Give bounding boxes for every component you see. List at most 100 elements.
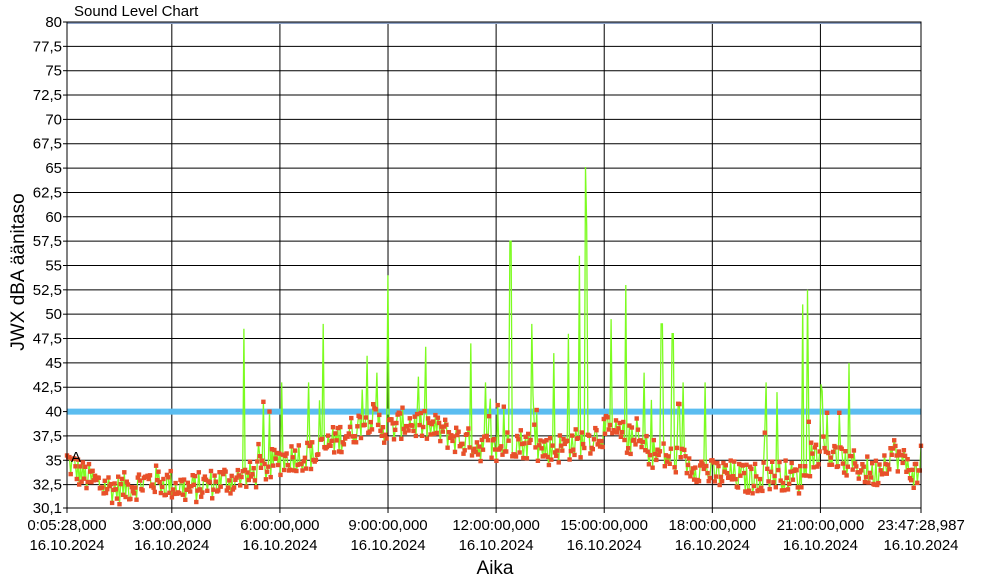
data-point-marker — [444, 422, 449, 427]
y-tick-label: 80 — [45, 14, 62, 31]
data-point-marker — [443, 417, 448, 422]
data-point-marker — [454, 425, 459, 430]
data-point-marker — [474, 440, 480, 445]
data-point-marker — [424, 436, 430, 441]
y-tick-label: 50 — [45, 306, 62, 323]
data-point-marker — [884, 471, 889, 476]
data-point-marker — [188, 489, 193, 494]
data-point-marker — [152, 489, 157, 495]
data-point-marker — [789, 460, 794, 466]
data-point-marker — [252, 478, 258, 483]
data-point-marker — [517, 450, 522, 455]
data-point-marker — [489, 455, 494, 460]
data-point-marker — [516, 437, 521, 442]
data-point-marker — [465, 432, 470, 437]
data-point-marker — [619, 430, 625, 435]
data-point-marker — [798, 463, 803, 469]
y-tick-label: 67,5 — [33, 136, 62, 153]
data-point-marker — [762, 430, 767, 435]
data-point-marker — [616, 426, 621, 431]
data-point-marker — [761, 460, 766, 465]
data-point-marker — [358, 435, 364, 441]
x-tick-date: 16.10.2024 — [350, 537, 425, 554]
data-point-marker — [384, 436, 389, 441]
data-point-marker — [207, 480, 212, 485]
data-point-marker — [816, 462, 821, 467]
data-point-marker — [170, 487, 176, 492]
data-point-marker — [245, 470, 250, 475]
data-point-marker — [278, 472, 283, 478]
data-point-marker — [678, 455, 683, 460]
data-point-marker — [377, 412, 382, 418]
data-point-marker — [783, 458, 788, 463]
data-point-marker — [341, 442, 347, 447]
data-point-marker — [776, 467, 781, 473]
data-point-marker — [892, 438, 897, 443]
data-point-marker — [626, 446, 631, 451]
data-point-marker — [693, 465, 698, 470]
data-point-marker — [634, 416, 639, 421]
data-point-marker — [355, 424, 360, 429]
data-point-marker — [411, 428, 416, 434]
data-point-marker — [436, 420, 442, 426]
data-point-marker — [250, 472, 255, 477]
data-point-marker — [475, 452, 481, 457]
data-point-marker — [547, 436, 553, 441]
data-point-marker — [526, 431, 531, 437]
data-point-marker — [576, 435, 581, 441]
data-point-marker — [505, 430, 510, 435]
data-point-marker — [362, 422, 367, 427]
y-tick-label: 75 — [45, 63, 62, 80]
data-point-marker — [106, 475, 111, 480]
x-tick-time: 23:47:28,987 — [877, 517, 965, 534]
data-point-marker — [235, 467, 240, 473]
data-point-marker — [275, 462, 281, 468]
data-point-marker — [253, 485, 259, 490]
data-point-marker — [644, 433, 649, 439]
data-point-marker — [456, 429, 461, 434]
data-point-marker — [554, 453, 559, 459]
data-point-marker — [109, 500, 115, 506]
x-tick-date: 16.10.2024 — [134, 537, 209, 554]
data-point-marker — [876, 480, 881, 486]
data-point-marker — [732, 459, 737, 464]
data-point-marker — [160, 484, 165, 490]
data-point-marker — [210, 496, 215, 501]
data-point-marker — [227, 478, 232, 483]
data-point-marker — [821, 434, 826, 439]
data-point-marker — [371, 402, 376, 407]
data-point-marker — [905, 457, 910, 462]
data-point-marker — [911, 485, 916, 490]
data-point-marker — [289, 444, 294, 449]
data-point-marker — [113, 487, 118, 492]
data-point-marker — [802, 464, 808, 469]
data-point-marker — [621, 419, 626, 425]
data-point-marker — [828, 455, 833, 460]
data-point-marker — [501, 404, 506, 409]
data-point-marker — [445, 445, 450, 450]
data-point-marker — [225, 485, 231, 490]
data-point-marker — [251, 466, 256, 471]
data-point-marker — [118, 481, 123, 487]
data-point-marker — [290, 455, 295, 460]
data-point-marker — [628, 451, 633, 457]
data-point-marker — [866, 480, 871, 485]
data-point-marker — [667, 461, 672, 466]
data-point-marker — [672, 465, 677, 470]
y-tick-label: 72,5 — [33, 87, 62, 104]
data-point-marker — [292, 448, 298, 453]
data-point-marker — [868, 475, 874, 480]
data-point-marker — [578, 455, 583, 460]
data-point-marker — [310, 440, 315, 445]
data-point-marker — [569, 433, 575, 438]
data-point-marker — [716, 463, 721, 469]
data-point-marker — [257, 454, 262, 459]
x-tick-time: 21:00:00,000 — [777, 517, 865, 534]
data-point-marker — [673, 470, 678, 475]
data-point-marker — [772, 473, 777, 479]
data-point-marker — [810, 451, 815, 456]
data-point-marker — [282, 467, 287, 473]
data-point-marker — [389, 417, 394, 422]
data-point-marker — [68, 471, 73, 477]
data-point-marker — [303, 466, 309, 471]
